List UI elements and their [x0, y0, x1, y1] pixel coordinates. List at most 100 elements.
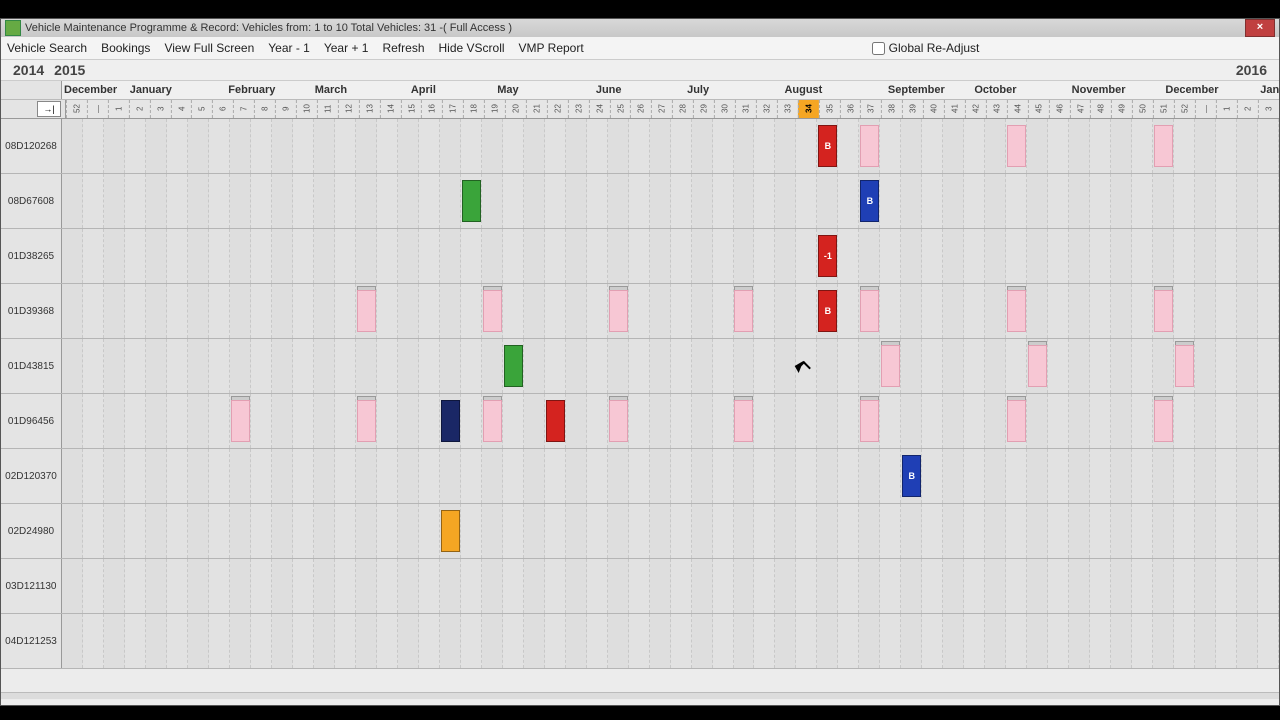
grid-cell[interactable] — [587, 229, 608, 283]
week-cell[interactable]: 1 — [108, 100, 129, 118]
grid-cell[interactable] — [125, 119, 146, 173]
grid-cell[interactable] — [1132, 614, 1153, 668]
grid-cell[interactable] — [922, 614, 943, 668]
grid-cell[interactable] — [377, 339, 398, 393]
grid-cell[interactable] — [922, 174, 943, 228]
grid-cell[interactable] — [1153, 559, 1174, 613]
row-cells[interactable] — [62, 504, 1279, 558]
grid-cell[interactable] — [482, 229, 503, 283]
grid-cell[interactable] — [83, 229, 104, 283]
grid-cell[interactable] — [1132, 174, 1153, 228]
grid-cell[interactable] — [1027, 174, 1048, 228]
week-cell[interactable]: 28 — [672, 100, 693, 118]
grid-cell[interactable] — [524, 559, 545, 613]
week-cell[interactable]: 5 — [191, 100, 212, 118]
grid-cell[interactable] — [1090, 559, 1111, 613]
grid-cell[interactable] — [1048, 229, 1069, 283]
grid-cell[interactable] — [964, 504, 985, 558]
schedule-block[interactable] — [881, 345, 900, 387]
grid-cell[interactable] — [419, 394, 440, 448]
grid-cell[interactable] — [838, 559, 859, 613]
grid-cell[interactable] — [1195, 559, 1216, 613]
grid-cell[interactable] — [419, 229, 440, 283]
grid-cell[interactable] — [1027, 229, 1048, 283]
grid-cell[interactable] — [754, 229, 775, 283]
grid-cell[interactable] — [838, 119, 859, 173]
grid-cell[interactable] — [629, 229, 650, 283]
menu-vehicle-search[interactable]: Vehicle Search — [7, 41, 87, 55]
grid-cell[interactable] — [692, 449, 713, 503]
grid-cell[interactable] — [293, 559, 314, 613]
grid-cell[interactable] — [104, 504, 125, 558]
grid-cell[interactable] — [524, 449, 545, 503]
grid-cell[interactable] — [796, 449, 817, 503]
grid-cell[interactable] — [1153, 449, 1174, 503]
grid-cell[interactable] — [692, 504, 713, 558]
grid-cell[interactable] — [1258, 119, 1279, 173]
grid-cell[interactable] — [503, 394, 524, 448]
grid-cell[interactable] — [629, 119, 650, 173]
grid-cell[interactable] — [1174, 229, 1195, 283]
menu-refresh[interactable]: Refresh — [382, 41, 424, 55]
grid-cell[interactable] — [692, 229, 713, 283]
grid-cell[interactable] — [146, 229, 167, 283]
grid-cell[interactable] — [440, 449, 461, 503]
grid-cell[interactable] — [62, 229, 83, 283]
grid-cell[interactable] — [167, 284, 188, 338]
grid-cell[interactable] — [1216, 449, 1237, 503]
grid-cell[interactable] — [524, 284, 545, 338]
grid-cell[interactable] — [1174, 614, 1195, 668]
week-cell[interactable]: 41 — [944, 100, 965, 118]
grid-cell[interactable] — [692, 339, 713, 393]
grid-cell[interactable] — [671, 504, 692, 558]
grid-cell[interactable] — [461, 614, 482, 668]
grid-cell[interactable] — [1237, 449, 1258, 503]
grid-cell[interactable] — [125, 174, 146, 228]
grid-cell[interactable] — [880, 504, 901, 558]
grid-cell[interactable] — [188, 394, 209, 448]
grid-cell[interactable] — [880, 284, 901, 338]
grid-cell[interactable] — [1237, 229, 1258, 283]
grid-cell[interactable] — [1048, 119, 1069, 173]
grid-cell[interactable] — [796, 174, 817, 228]
row-cells[interactable]: B — [62, 284, 1279, 338]
grid-cell[interactable] — [901, 504, 922, 558]
grid-cell[interactable] — [587, 504, 608, 558]
grid-cell[interactable] — [901, 559, 922, 613]
grid-cell[interactable] — [1006, 614, 1027, 668]
vehicle-id[interactable]: 04D121253 — [1, 614, 62, 668]
grid-cell[interactable] — [209, 284, 230, 338]
week-cell[interactable]: 32 — [756, 100, 777, 118]
grid-cell[interactable] — [1090, 119, 1111, 173]
grid-cell[interactable] — [1111, 119, 1132, 173]
grid-cell[interactable] — [83, 449, 104, 503]
grid-cell[interactable] — [964, 229, 985, 283]
schedule-block[interactable] — [231, 400, 250, 442]
week-cell[interactable]: 52 — [1174, 100, 1195, 118]
grid-cell[interactable] — [293, 504, 314, 558]
grid-cell[interactable] — [1111, 284, 1132, 338]
grid-cell[interactable] — [1027, 284, 1048, 338]
week-cell[interactable]: 17 — [442, 100, 463, 118]
grid-cell[interactable] — [482, 174, 503, 228]
grid-cell[interactable] — [83, 394, 104, 448]
grid-cell[interactable] — [272, 284, 293, 338]
grid-cell[interactable] — [272, 559, 293, 613]
grid-cell[interactable] — [796, 339, 817, 393]
grid-cell[interactable] — [922, 119, 943, 173]
grid-cell[interactable] — [671, 229, 692, 283]
week-cell[interactable]: 31 — [735, 100, 756, 118]
week-cell[interactable]: 33 — [777, 100, 798, 118]
week-cell[interactable]: 11 — [317, 100, 338, 118]
grid-cell[interactable] — [125, 614, 146, 668]
grid-cell[interactable] — [566, 504, 587, 558]
grid-cell[interactable] — [1048, 174, 1069, 228]
grid-cell[interactable] — [985, 119, 1006, 173]
grid-cell[interactable] — [503, 449, 524, 503]
grid-cell[interactable] — [901, 614, 922, 668]
grid-cell[interactable] — [272, 339, 293, 393]
grid-cell[interactable] — [1132, 504, 1153, 558]
grid-cell[interactable] — [293, 229, 314, 283]
grid-cell[interactable] — [545, 504, 566, 558]
grid-cell[interactable] — [461, 229, 482, 283]
